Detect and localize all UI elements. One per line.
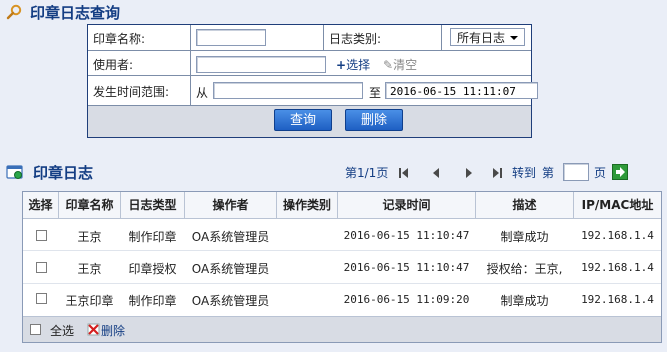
query-panel-title: 印章日志查询 [30,4,121,22]
log-type-select[interactable]: 所有日志 [450,28,525,46]
log-panel-title: 印章日志 [33,164,94,182]
row-seal-name: 王京印章 [65,294,114,308]
delete-button[interactable]: 删除 [345,109,403,131]
next-page-icon[interactable] [465,167,473,178]
row-operator: OA系统管理员 [191,294,270,308]
col-header-desc: 描述 [476,192,574,218]
page-info: 第1/1页 [345,166,389,180]
log-type-label: 日志类别: [329,32,382,46]
delete-link[interactable]: 删除 [101,322,131,339]
user-label: 使用者: [93,58,134,72]
row-operator: OA系统管理员 [191,230,270,244]
chevron-down-icon [510,36,518,40]
row-desc: 制章成功 [500,294,549,308]
user-input[interactable] [196,56,326,73]
clear-user-link[interactable]: ✎清空 [383,56,417,73]
page-number-input[interactable] [563,163,589,181]
row-log-type: 制作印章 [128,230,177,244]
row-checkbox[interactable] [36,230,47,241]
log-window-icon [6,164,24,180]
row-checkbox[interactable] [36,262,47,273]
col-header-log-type: 日志类型 [121,192,185,218]
col-header-operator: 操作者 [185,192,277,218]
row-desc: 制章成功 [500,230,549,244]
go-arrow-icon[interactable] [612,164,628,180]
seal-name-input[interactable] [196,29,266,46]
from-date-input[interactable] [213,82,363,99]
clear-icon: ✎ [383,58,394,72]
row-seal-name: 王京 [77,230,102,244]
row-seal-name: 王京 [77,262,102,276]
from-label: 从 [196,86,209,100]
row-time: 2016-06-15 11:10:47 [343,229,470,242]
log-type-selected: 所有日志 [457,31,506,45]
to-date-input[interactable]: 2016-06-15 11:11:07 [385,82,538,99]
first-page-icon[interactable] [399,167,409,178]
log-table: 选择 印章名称 日志类型 操作者 操作类别 记录时间 描述 IP/MAC地址 王… [22,191,662,343]
col-header-seal-name: 印章名称 [59,192,121,218]
plus-icon: + [336,58,347,72]
time-range-label: 发生时间范围: [93,85,170,99]
row-operator: OA系统管理员 [191,262,270,276]
col-header-time: 记录时间 [338,192,476,218]
page-prefix: 第 [542,166,555,180]
row-log-type: 印章授权 [128,262,177,276]
prev-page-icon[interactable] [432,167,440,178]
to-label: 至 [369,86,382,100]
seal-name-label: 印章名称: [93,32,146,46]
page-suffix: 页 [594,166,607,180]
select-user-link[interactable]: +选择 [336,56,370,73]
last-page-icon[interactable] [492,167,502,178]
query-form: 印章名称: 日志类别: 所有日志 使用者: +选择 ✎清空 发生时间范围: 从 … [87,24,538,138]
row-ip: 192.168.1.4 [581,293,654,306]
delete-icon[interactable] [87,323,100,336]
row-desc: 授权给：王京, [486,262,563,276]
row-ip: 192.168.1.4 [581,229,654,242]
col-header-op-category: 操作类别 [277,192,338,218]
search-icon [6,4,22,20]
row-ip: 192.168.1.4 [581,261,654,274]
row-checkbox[interactable] [36,293,47,304]
select-all-checkbox[interactable] [30,324,41,335]
query-button[interactable]: 查询 [274,109,332,131]
row-log-type: 制作印章 [128,294,177,308]
select-all-label[interactable]: 全选 [50,322,80,339]
col-header-ip: IP/MAC地址 [574,192,661,218]
row-time: 2016-06-15 11:10:47 [343,261,470,274]
goto-label: 转到 [512,166,537,180]
col-header-select: 选择 [23,192,59,218]
row-time: 2016-06-15 11:09:20 [343,293,470,306]
